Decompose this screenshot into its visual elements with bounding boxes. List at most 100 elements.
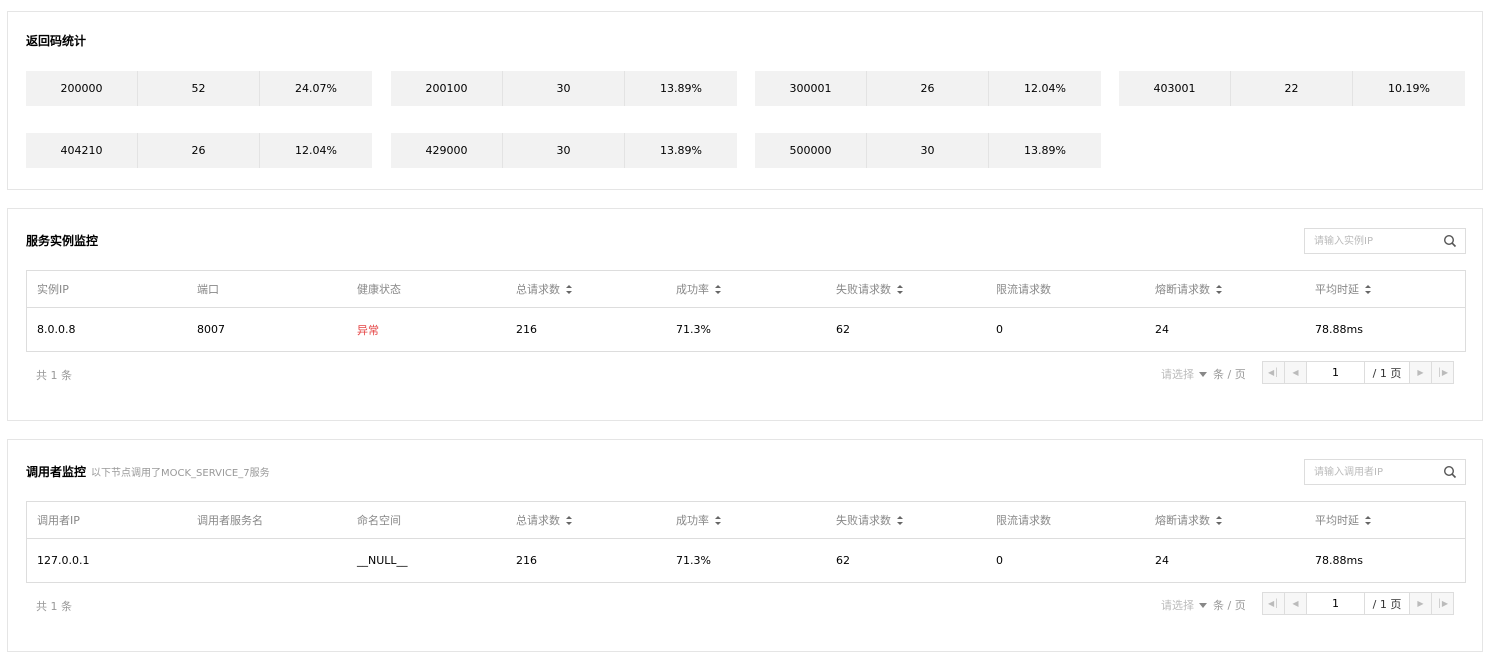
return-code-count: 52: [138, 71, 260, 106]
cell-avg-latency: 78.88ms: [1315, 323, 1363, 336]
return-code: 404210: [26, 133, 138, 168]
sort-icon[interactable]: [566, 515, 572, 525]
sort-icon[interactable]: [715, 284, 721, 294]
column-circuit-break-requests[interactable]: 熔断请求数: [1145, 281, 1305, 297]
return-code-count: 30: [503, 71, 625, 106]
table-row: 127.0.0.1 __NULL__ 216 71.3% 62 0 24 78.…: [27, 539, 1465, 582]
cell-avg-latency: 78.88ms: [1315, 554, 1363, 567]
column-success-rate[interactable]: 成功率: [666, 512, 826, 528]
search-icon[interactable]: [1443, 465, 1457, 479]
return-code-count: 30: [503, 133, 625, 168]
pagination: ◀│ ◀ / 1 页 ▶ │▶: [1262, 592, 1454, 615]
column-caller-ip: 调用者IP: [37, 514, 80, 527]
return-code: 300001: [755, 71, 867, 106]
prev-page-icon[interactable]: ◀: [1285, 362, 1307, 383]
return-code-card: 200000 52 24.07%: [26, 71, 372, 106]
return-code-percent: 13.89%: [1024, 144, 1066, 157]
instance-table: 实例IP 端口 健康状态 总请求数 成功率 失败请求数 限流请求数 熔断请求数 …: [26, 270, 1466, 352]
cell-limited-requests: 0: [996, 554, 1003, 567]
sort-icon[interactable]: [897, 515, 903, 525]
cell-failed-requests: 62: [836, 323, 850, 336]
instance-panel: 服务实例监控 实例IP 端口 健康状态 总请求数 成功率 失败请求数 限流请求数…: [7, 208, 1483, 421]
sort-icon[interactable]: [715, 515, 721, 525]
instance-search-input[interactable]: [1305, 230, 1443, 252]
cell-limited-requests: 0: [996, 323, 1003, 336]
first-page-icon[interactable]: ◀│: [1263, 362, 1285, 383]
caller-subtitle: 以下节点调用了MOCK_SERVICE_7服务: [91, 468, 270, 479]
column-total-requests[interactable]: 总请求数: [506, 512, 666, 528]
return-code-card: 300001 26 12.04%: [755, 71, 1101, 106]
return-code-card: 403001 22 10.19%: [1119, 71, 1465, 106]
cell-health-status: 异常: [357, 323, 379, 337]
page-size-select[interactable]: 请选择 条 / 页: [1161, 366, 1246, 382]
return-code-card: 200100 30 13.89%: [391, 71, 737, 106]
page-total: / 1 页: [1365, 362, 1409, 383]
return-code: 500000: [755, 133, 867, 168]
caller-search-box: [1304, 459, 1466, 485]
next-page-icon[interactable]: ▶: [1409, 593, 1431, 614]
cell-port: 8007: [197, 323, 225, 336]
table-row: 8.0.0.8 8007 异常 216 71.3% 62 0 24 78.88m…: [27, 308, 1465, 351]
total-count: 共 1 条: [36, 369, 72, 382]
cell-success-rate: 71.3%: [676, 554, 711, 567]
caller-search-input[interactable]: [1305, 461, 1443, 483]
sort-icon[interactable]: [1365, 284, 1371, 294]
caller-panel: 调用者监控以下节点调用了MOCK_SERVICE_7服务 调用者IP 调用者服务…: [7, 439, 1483, 652]
return-code-panel: 返回码统计 200000 52 24.07% 200100 30 13.89% …: [7, 11, 1483, 190]
prev-page-icon[interactable]: ◀: [1285, 593, 1307, 614]
column-circuit-break-requests[interactable]: 熔断请求数: [1145, 512, 1305, 528]
cell-total-requests: 216: [516, 554, 537, 567]
return-code-percent: 24.07%: [295, 82, 337, 95]
total-count: 共 1 条: [36, 600, 72, 613]
cell-circuit-break-requests: 24: [1155, 554, 1169, 567]
cell-failed-requests: 62: [836, 554, 850, 567]
return-code-percent: 13.89%: [660, 82, 702, 95]
column-failed-requests[interactable]: 失败请求数: [826, 512, 986, 528]
return-code-card: 500000 30 13.89%: [755, 133, 1101, 168]
sort-icon[interactable]: [1216, 284, 1222, 294]
sort-icon[interactable]: [566, 284, 572, 294]
return-code-percent: 13.89%: [660, 144, 702, 157]
column-success-rate[interactable]: 成功率: [666, 281, 826, 297]
column-limited-requests: 限流请求数: [996, 283, 1051, 296]
sort-icon[interactable]: [1365, 515, 1371, 525]
table-header: 实例IP 端口 健康状态 总请求数 成功率 失败请求数 限流请求数 熔断请求数 …: [27, 271, 1465, 308]
column-failed-requests[interactable]: 失败请求数: [826, 281, 986, 297]
return-code: 403001: [1119, 71, 1231, 106]
return-code-card: 404210 26 12.04%: [26, 133, 372, 168]
column-port: 端口: [197, 283, 219, 296]
chevron-down-icon: [1199, 602, 1207, 608]
last-page-icon[interactable]: │▶: [1431, 593, 1453, 614]
sort-icon[interactable]: [897, 284, 903, 294]
instance-title: 服务实例监控: [26, 234, 99, 248]
caller-title: 调用者监控 以下节点调用了MOCK_SERVICE_7服务: [26, 465, 270, 479]
search-icon[interactable]: [1443, 234, 1457, 248]
column-instance-ip: 实例IP: [37, 283, 69, 296]
cell-instance-ip: 8.0.0.8: [37, 323, 76, 336]
cell-circuit-break-requests: 24: [1155, 323, 1169, 336]
page-size-select[interactable]: 请选择 条 / 页: [1161, 597, 1246, 613]
page-size-placeholder: 请选择: [1161, 368, 1194, 381]
first-page-icon[interactable]: ◀│: [1263, 593, 1285, 614]
last-page-icon[interactable]: │▶: [1431, 362, 1453, 383]
return-code-percent: 12.04%: [1024, 82, 1066, 95]
cell-success-rate: 71.3%: [676, 323, 711, 336]
return-code-count: 26: [867, 71, 989, 106]
return-code: 200100: [391, 71, 503, 106]
sort-icon[interactable]: [1216, 515, 1222, 525]
column-health: 健康状态: [357, 283, 401, 296]
cell-namespace: __NULL__: [357, 554, 408, 567]
column-total-requests[interactable]: 总请求数: [506, 281, 666, 297]
column-avg-latency[interactable]: 平均时延: [1305, 281, 1465, 297]
return-code-card: 429000 30 13.89%: [391, 133, 737, 168]
page-input[interactable]: [1307, 362, 1365, 383]
column-namespace: 命名空间: [357, 514, 401, 527]
page-input[interactable]: [1307, 593, 1365, 614]
pagination: ◀│ ◀ / 1 页 ▶ │▶: [1262, 361, 1454, 384]
column-caller-service: 调用者服务名: [197, 514, 263, 527]
page-total: / 1 页: [1365, 593, 1409, 614]
cell-caller-ip: 127.0.0.1: [37, 554, 90, 567]
next-page-icon[interactable]: ▶: [1409, 362, 1431, 383]
return-code-percent: 12.04%: [295, 144, 337, 157]
column-avg-latency[interactable]: 平均时延: [1305, 512, 1465, 528]
